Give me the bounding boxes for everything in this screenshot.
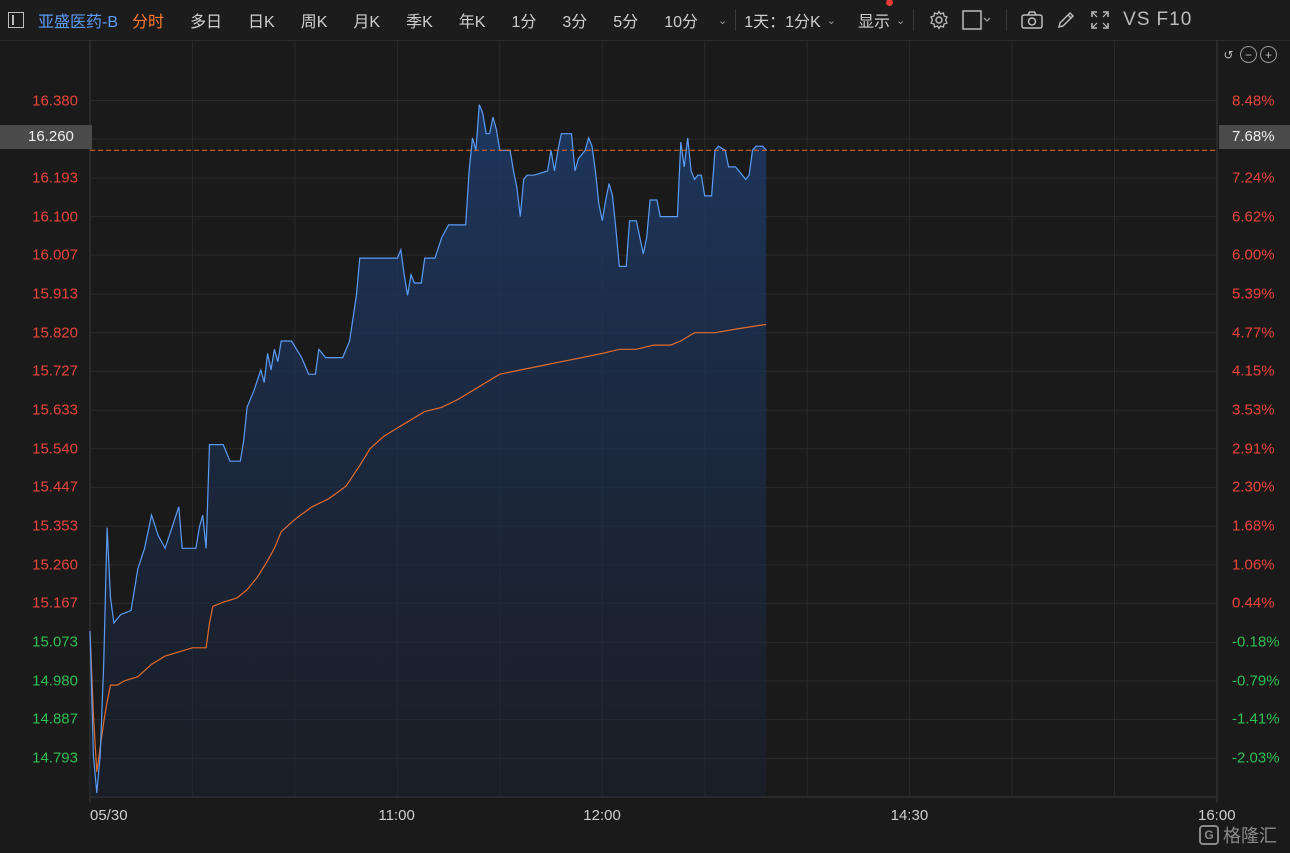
price-tick-label: 15.820	[32, 324, 78, 342]
gelonghui-logo-icon: G	[1199, 825, 1219, 845]
watermark: G 格隆汇	[1199, 822, 1277, 848]
interval-select[interactable]: 1天：1分K	[744, 8, 820, 32]
price-tick-label: 15.447	[32, 478, 78, 496]
period-tab-5[interactable]: 季K	[406, 8, 433, 32]
period-tab-4[interactable]: 月K	[353, 8, 380, 32]
current-percent-tag: 7.68%	[1219, 125, 1290, 149]
chevron-down-icon[interactable]: ⌄	[718, 14, 727, 27]
percent-tick-label: 3.53%	[1232, 401, 1275, 419]
period-tab-10[interactable]: 10分	[664, 8, 698, 32]
percent-tick-label: -2.03%	[1232, 749, 1280, 767]
percent-tick-label: 2.30%	[1232, 478, 1275, 496]
period-tab-8[interactable]: 3分	[562, 8, 587, 32]
price-tick-label: 15.913	[32, 285, 78, 303]
toolbar-divider	[735, 9, 737, 31]
notification-dot	[886, 0, 893, 6]
toolbar-divider	[913, 9, 915, 31]
period-tab-2[interactable]: 日K	[248, 8, 275, 32]
chevron-down-icon[interactable]: ⌄	[827, 14, 836, 27]
chart-grid	[89, 40, 1218, 803]
price-tick-label: 15.727	[32, 362, 78, 380]
average-price-line	[89, 323, 767, 773]
price-tick-label: 15.540	[32, 440, 78, 458]
price-tick-label: 16.100	[32, 208, 78, 226]
f10-button[interactable]: F10	[1157, 9, 1193, 31]
fullscreen-icon[interactable]	[1089, 9, 1111, 31]
percent-tick-label: 1.68%	[1232, 517, 1275, 535]
price-tick-label: 14.980	[32, 672, 78, 690]
percent-tick-label: 7.24%	[1232, 169, 1275, 187]
price-line	[89, 104, 767, 793]
percent-tick-label: 4.77%	[1232, 324, 1275, 342]
percent-tick-label: 0.44%	[1232, 594, 1275, 612]
chart-toolbar: 亚盛医药-B 分时 多日 日K 周K 月K 季K 年K 1分 3分 5分 10分 ⌄ 1天：1分K …	[0, 0, 1290, 41]
vs-button[interactable]: VS	[1123, 9, 1150, 31]
price-tick-label: 15.167	[32, 594, 78, 612]
period-tab-0[interactable]: 分时	[132, 8, 164, 32]
percent-tick-label: 6.00%	[1232, 246, 1275, 264]
percent-tick-label: 1.06%	[1232, 556, 1275, 574]
percent-tick-label: -0.18%	[1232, 633, 1280, 651]
square-icon[interactable]	[962, 9, 992, 31]
price-tick-label: 16.380	[32, 92, 78, 110]
period-tabs: 分时 多日 日K 周K 月K 季K 年K 1分 3分 5分 10分	[132, 8, 724, 32]
current-price-tag: 16.260	[0, 125, 92, 149]
percent-tick-label: -0.79%	[1232, 672, 1280, 690]
period-tab-9[interactable]: 5分	[613, 8, 638, 32]
price-tick-label: 15.353	[32, 517, 78, 535]
price-tick-label: 15.260	[32, 556, 78, 574]
percent-tick-label: 5.39%	[1232, 285, 1275, 303]
price-tick-label: 15.073	[32, 633, 78, 651]
percent-tick-label: 2.91%	[1232, 440, 1275, 458]
intraday-chart[interactable]	[0, 0, 1290, 853]
gear-icon[interactable]	[928, 9, 950, 31]
toolbar-divider	[1006, 9, 1008, 31]
period-tab-6[interactable]: 年K	[459, 8, 486, 32]
time-tick-label: 14:30	[890, 807, 929, 824]
time-tick-label: 11:00	[378, 807, 415, 824]
price-tick-label: 14.887	[32, 710, 78, 728]
chevron-down-icon[interactable]: ⌄	[896, 14, 905, 27]
watermark-text: 格隆汇	[1223, 826, 1277, 846]
period-tab-7[interactable]: 1分	[511, 8, 536, 32]
display-menu[interactable]: 显示	[858, 8, 890, 32]
camera-icon[interactable]	[1021, 9, 1043, 31]
price-tick-label: 16.193	[32, 169, 78, 187]
price-tick-label: 15.633	[32, 401, 78, 419]
percent-tick-label: -1.41%	[1232, 710, 1280, 728]
time-tick-label: 05/30	[90, 807, 128, 824]
pencil-icon[interactable]	[1055, 9, 1077, 31]
percent-tick-label: 8.48%	[1232, 92, 1275, 110]
period-tab-1[interactable]: 多日	[190, 8, 222, 32]
percent-tick-label: 4.15%	[1232, 362, 1275, 380]
time-tick-label: 12:00	[583, 807, 621, 824]
period-tab-3[interactable]: 周K	[301, 8, 328, 32]
price-tick-label: 14.793	[32, 749, 78, 767]
price-tick-label: 16.007	[32, 246, 78, 264]
price-area	[90, 104, 767, 797]
percent-tick-label: 6.62%	[1232, 208, 1275, 226]
